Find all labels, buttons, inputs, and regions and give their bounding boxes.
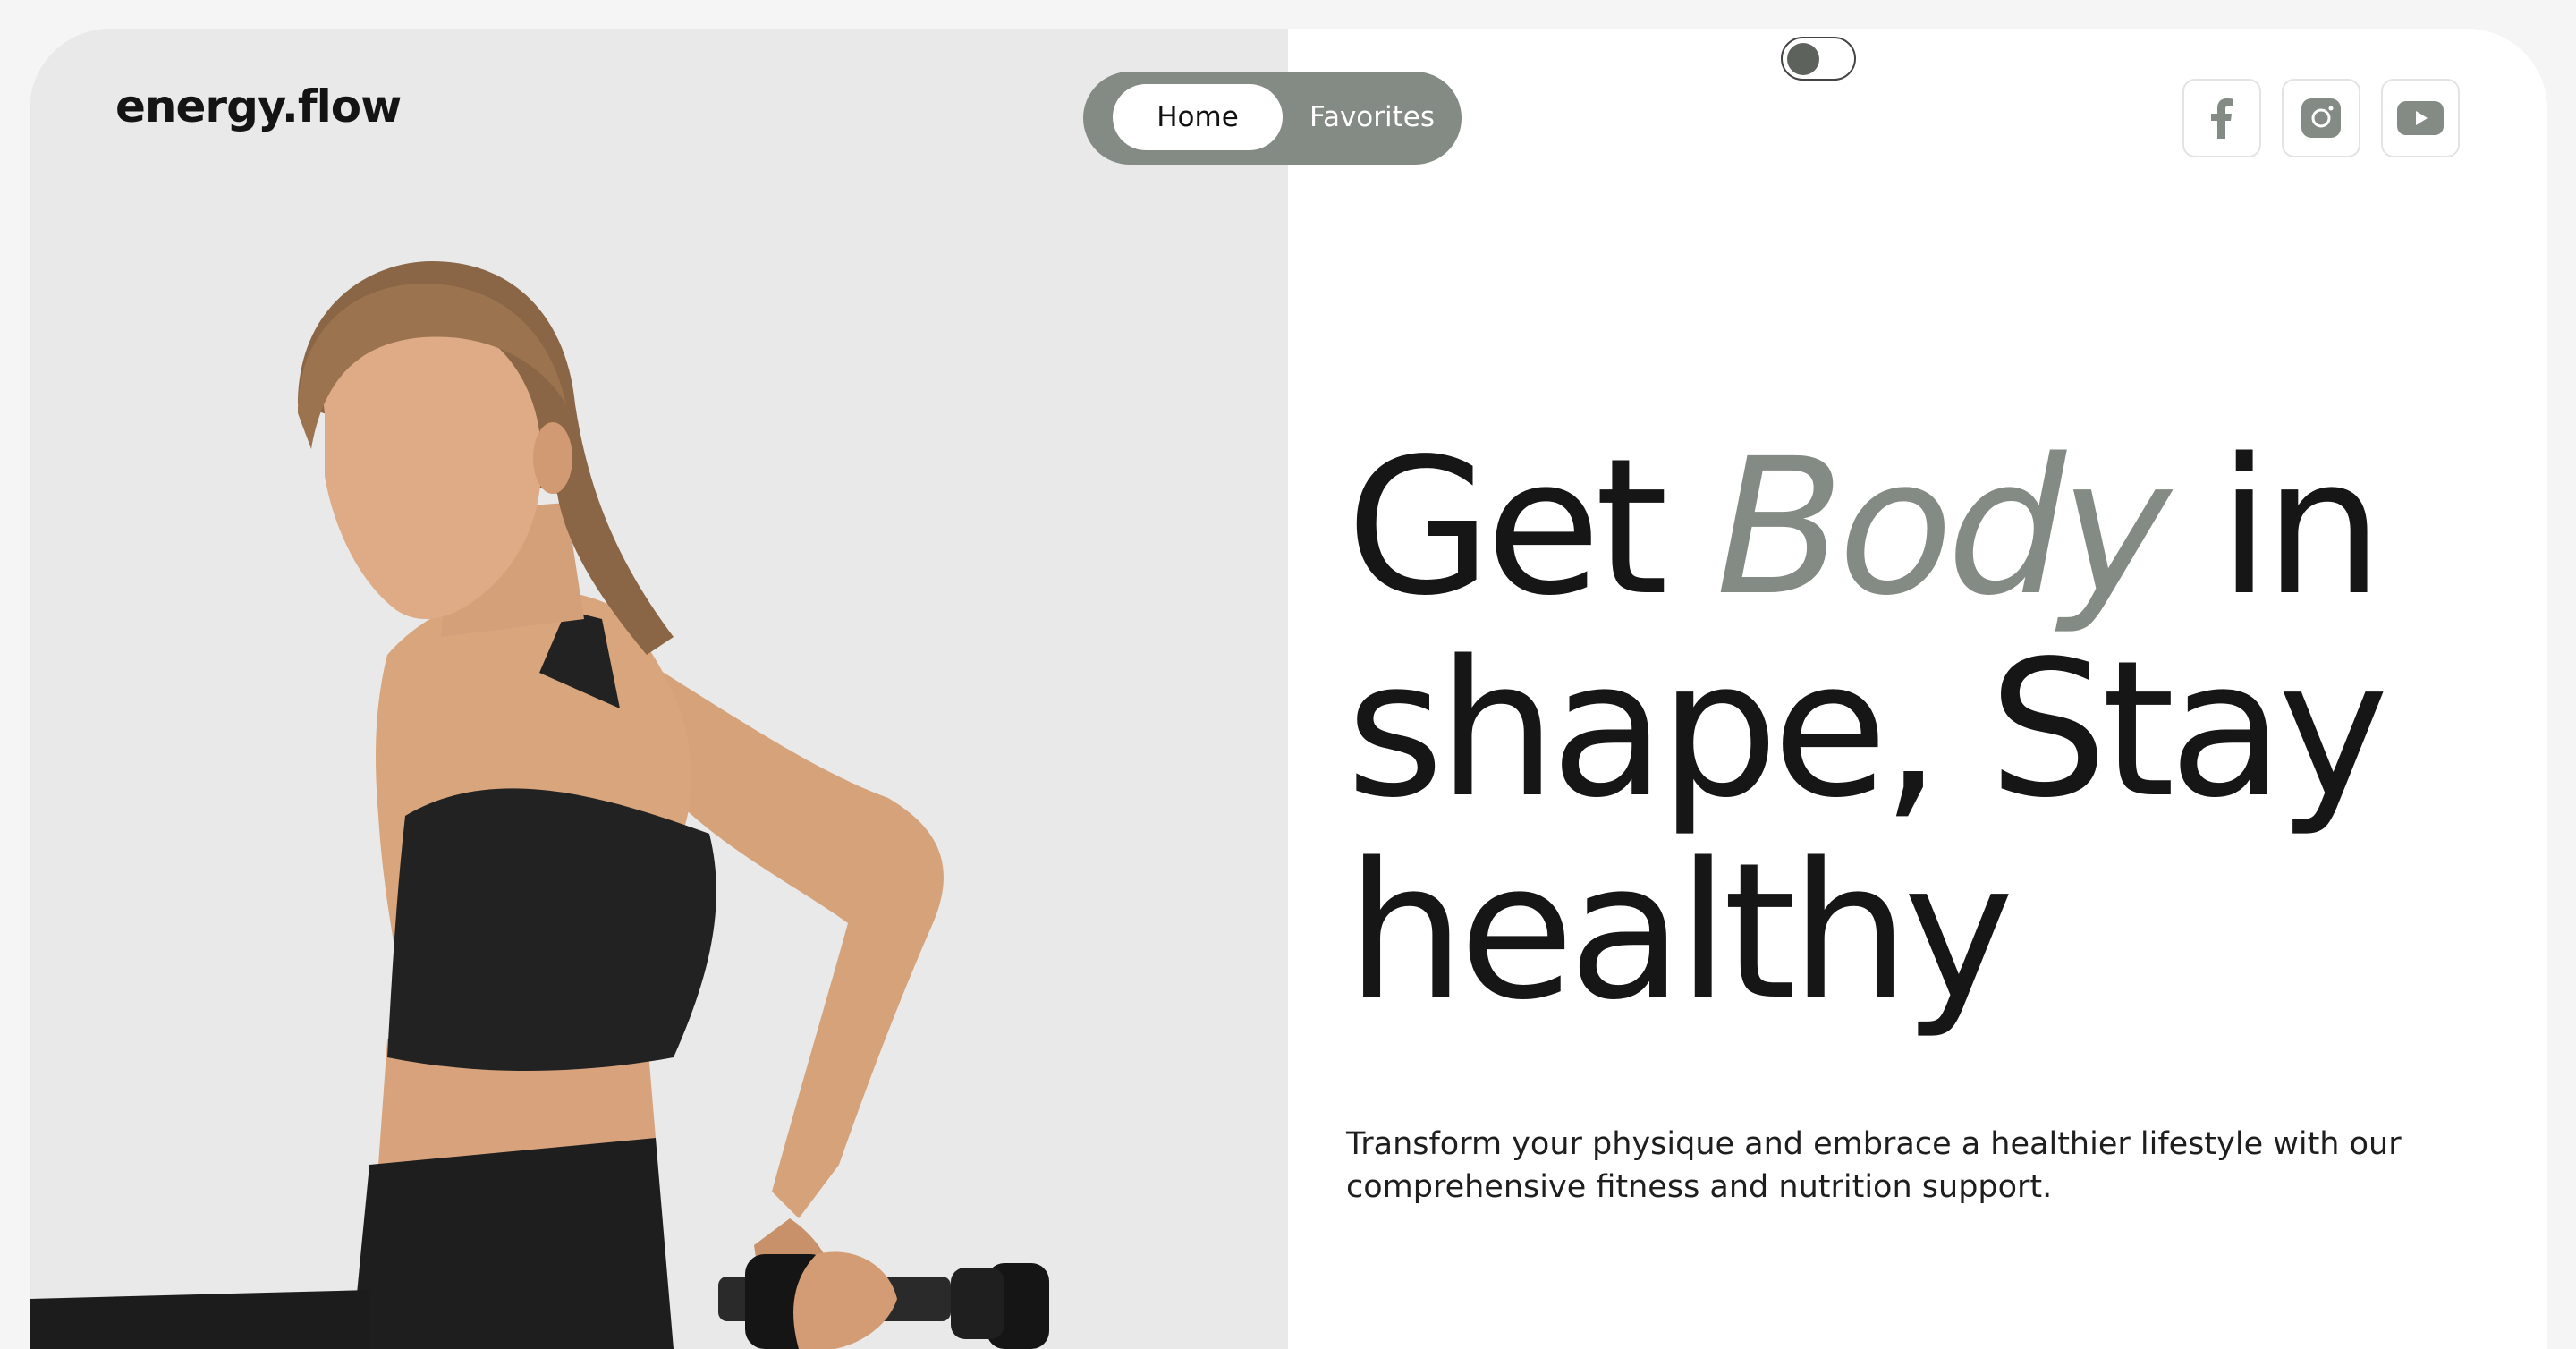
youtube-link[interactable]	[2381, 79, 2460, 157]
facebook-icon	[2211, 98, 2233, 139]
instagram-link[interactable]	[2282, 79, 2360, 157]
facebook-link[interactable]	[2182, 79, 2261, 157]
instagram-icon	[2301, 98, 2341, 138]
hero-title-part1: Get	[1346, 418, 1716, 637]
page-frame: energy.flow Home Favorites Get Body in s…	[30, 29, 2547, 1349]
brand-logo[interactable]: energy.flow	[115, 81, 402, 132]
nav-home[interactable]: Home	[1113, 84, 1283, 150]
theme-toggle[interactable]	[1781, 37, 1856, 81]
hero-subtitle: Transform your physique and embrace a he…	[1346, 1126, 2402, 1205]
youtube-icon	[2397, 101, 2444, 135]
nav-favorites[interactable]: Favorites	[1294, 84, 1450, 150]
hero-image-panel	[30, 29, 1288, 1349]
hero-title-accent: Body	[1716, 418, 2171, 637]
hero-title: Get Body in shape, Stay healthy	[1346, 427, 2536, 1033]
toggle-knob	[1787, 43, 1819, 75]
main-nav: Home Favorites	[1083, 72, 1462, 165]
hero-photo	[30, 261, 1049, 1349]
